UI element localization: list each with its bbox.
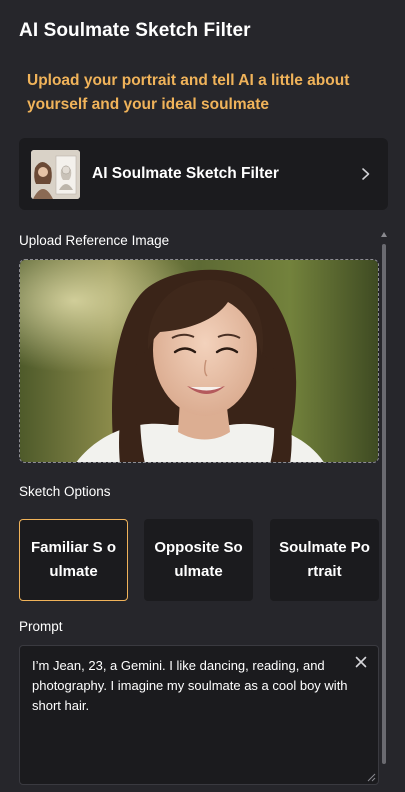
option-soulmate-portrait[interactable]: Soulmate Portrait — [270, 519, 379, 601]
template-selector[interactable]: AI Soulmate Sketch Filter — [19, 138, 388, 210]
sketch-options-group: Familiar S oulmate Opposite Soulmate Sou… — [19, 519, 380, 601]
page-subtitle: Upload your portrait and tell AI a littl… — [27, 72, 350, 113]
prompt-text: I’m Jean, 23, a Gemini. I like dancing, … — [32, 658, 348, 713]
sketch-options-label: Sketch Options — [19, 484, 111, 499]
template-thumbnail — [31, 149, 80, 199]
prompt-textarea[interactable]: I’m Jean, 23, a Gemini. I like dancing, … — [19, 645, 379, 785]
reference-image-dropzone[interactable] — [19, 259, 379, 463]
close-icon[interactable] — [354, 655, 368, 669]
option-opposite-soulmate[interactable]: Opposite Soulmate — [144, 519, 253, 601]
chevron-right-icon — [362, 168, 370, 180]
resize-grip-icon[interactable] — [367, 773, 376, 782]
upload-label: Upload Reference Image — [19, 233, 170, 248]
prompt-label: Prompt — [19, 619, 63, 634]
reference-image — [20, 260, 378, 462]
option-familiar-soulmate[interactable]: Familiar S oulmate — [19, 519, 128, 601]
template-label: AI Soulmate Sketch Filter — [92, 165, 279, 182]
page-title: AI Soulmate Sketch Filter — [19, 20, 251, 41]
scrollbar-thumb[interactable] — [382, 244, 386, 764]
